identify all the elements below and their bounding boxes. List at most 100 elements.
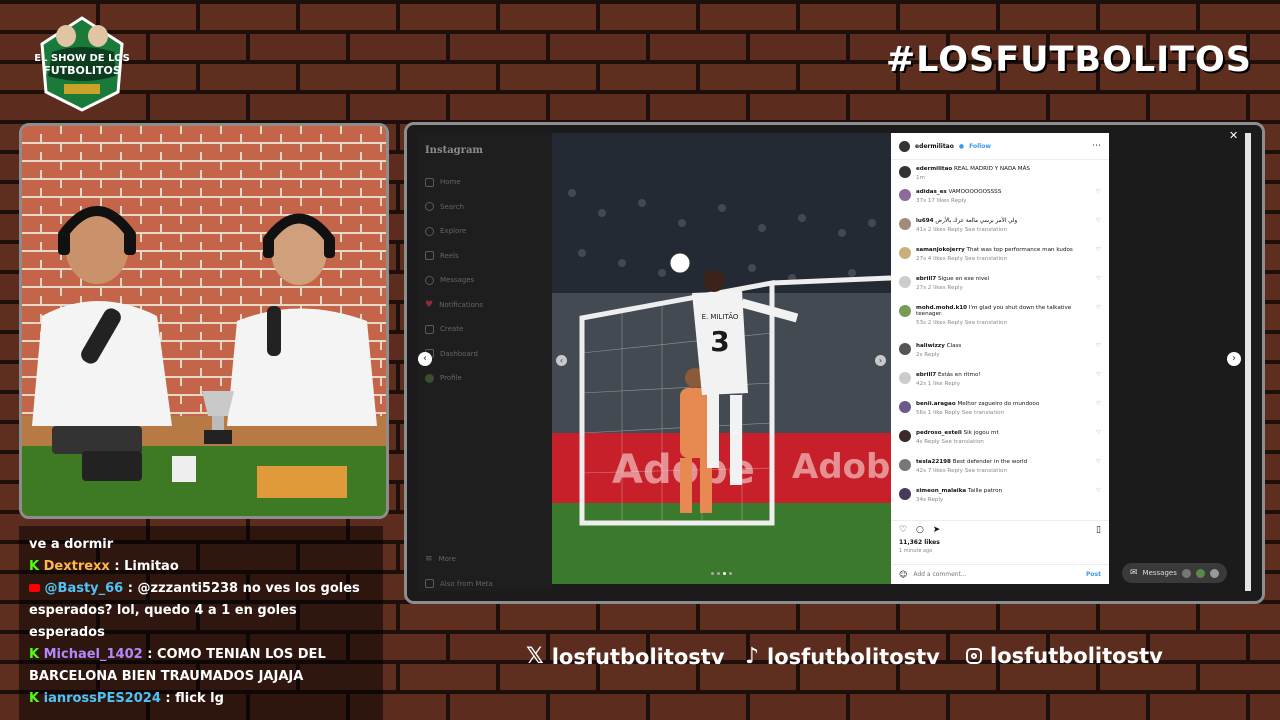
like-icon[interactable]: ♡ — [1096, 305, 1101, 343]
comment: mohd.mohd.k10 I'm glad you shut down the… — [899, 305, 1101, 343]
nav-more[interactable]: ≡ More — [417, 547, 552, 572]
instagram-screen-share: Instagram Home Search Explore Reels Mess… — [404, 122, 1265, 604]
show-logo: EL SHOW DE LOS FUTBOLITOS — [34, 16, 130, 112]
like-icon[interactable]: ♡ — [1096, 189, 1101, 218]
post-header: edermilitao ● Follow ⋯ — [891, 133, 1109, 160]
avatar[interactable] — [899, 247, 911, 259]
avatar[interactable] — [899, 166, 911, 178]
avatar[interactable] — [899, 140, 910, 152]
svg-text:FUTBOLITOS: FUTBOLITOS — [43, 64, 121, 77]
nav-create[interactable]: Create — [417, 317, 552, 342]
photo-next-button[interactable]: › — [875, 355, 886, 366]
avatar[interactable] — [899, 372, 911, 384]
avatar[interactable] — [899, 488, 911, 500]
modal-prev-button[interactable]: ‹ — [418, 352, 432, 366]
close-icon[interactable]: ✕ — [1229, 129, 1238, 142]
instagram-logo[interactable]: Instagram — [417, 133, 552, 156]
emoji-icon[interactable]: ☺ — [899, 570, 907, 579]
avatar[interactable] — [899, 343, 911, 355]
comment: ebrill7 Sigue en ese nivel 27s 2 likes Re… — [899, 276, 1101, 305]
tiktok-icon: ♪ — [745, 644, 760, 669]
likes-count[interactable]: 11,362 likes — [899, 539, 1101, 546]
youtube-icon — [29, 584, 40, 592]
live-chat: ve a dormir K Dextrexx : Limitao @Basty_… — [19, 526, 383, 720]
like-icon[interactable]: ♡ — [1096, 372, 1101, 401]
messages-pill[interactable]: ✉ Messages — [1122, 563, 1227, 583]
nav-reels[interactable]: Reels — [417, 244, 552, 269]
avatar[interactable] — [899, 218, 911, 230]
avatar[interactable] — [899, 305, 911, 317]
reels-icon — [425, 251, 434, 261]
like-icon[interactable]: ♡ — [1096, 401, 1101, 430]
like-icon[interactable]: ♡ — [1096, 343, 1101, 372]
modal-next-button[interactable]: › — [1227, 352, 1241, 366]
comment: benii.aragao Melhor zagueiro do mundooo 5… — [899, 401, 1101, 430]
nav-profile[interactable]: Profile — [417, 366, 552, 391]
comment: ebrill7 Estás en ritmo! 42s 1 like Reply ♡ — [899, 372, 1101, 401]
search-icon — [425, 202, 434, 212]
avatar — [1195, 568, 1205, 578]
comment-icon[interactable]: ○ — [916, 525, 924, 535]
nav-notifications[interactable]: ♥ Notifications — [417, 293, 552, 318]
chat-text: flick lg — [175, 691, 224, 706]
caption-username[interactable]: edermilitao — [916, 166, 952, 172]
share-icon[interactable]: ➤ — [933, 525, 941, 535]
meta-icon — [425, 579, 434, 589]
social-instagram: losfutbolitostv — [966, 644, 1163, 668]
chat-message: K Michael_1402 : COMO TENIAN LOS DEL BAR… — [29, 647, 326, 684]
comment: haliwizzy Class 2s Reply ♡ — [899, 343, 1101, 372]
plus-icon — [425, 324, 434, 334]
like-icon[interactable]: ♡ — [899, 525, 907, 535]
avatar[interactable] — [899, 276, 911, 288]
chat-username: ianrossPES2024 — [43, 691, 161, 706]
post-comment-button[interactable]: Post — [1086, 571, 1101, 578]
like-icon[interactable]: ♡ — [1096, 218, 1101, 247]
nav-explore[interactable]: Explore — [417, 219, 552, 244]
instagram-icon — [966, 648, 982, 664]
like-icon[interactable]: ♡ — [1096, 247, 1101, 276]
like-icon[interactable]: ♡ — [1096, 430, 1101, 459]
caption-text: REAL MADRID Y NADA MÁS — [954, 166, 1030, 172]
avatar[interactable] — [899, 430, 911, 442]
messenger-icon — [425, 275, 434, 285]
follow-button[interactable]: Follow — [969, 143, 991, 150]
nav-also-from-meta[interactable]: Also from Meta — [417, 572, 552, 597]
chat-message: ve a dormir — [29, 537, 114, 552]
nav-dashboard[interactable]: Dashboard — [417, 342, 552, 367]
avatar[interactable] — [899, 459, 911, 471]
like-icon[interactable]: ♡ — [1096, 459, 1101, 488]
comment-input[interactable] — [911, 570, 1087, 579]
like-icon[interactable]: ♡ — [1096, 488, 1101, 512]
home-icon — [425, 177, 434, 187]
nav-messages[interactable]: Messages — [417, 268, 552, 293]
nav-home[interactable]: Home — [417, 170, 552, 195]
chat-message: @Basty_66 : @zzzanti5238 no ves los gole… — [29, 581, 360, 640]
chat-message: K Dextrexx : Limitao — [29, 559, 179, 574]
avatar[interactable] — [899, 401, 911, 413]
post-username[interactable]: edermilitao — [915, 143, 954, 150]
heart-icon: ♥ — [425, 299, 434, 310]
brick-row — [0, 94, 1280, 120]
comment-bar: ☺ Post — [891, 564, 1109, 584]
more-options-icon[interactable]: ⋯ — [1092, 141, 1101, 151]
ad-board-text-2: Adobe — [792, 447, 891, 487]
post-comments-panel: edermilitao ● Follow ⋯ edermilitao REAL … — [891, 133, 1109, 584]
instagram-sidebar: Instagram Home Search Explore Reels Mess… — [417, 133, 552, 591]
svg-text:EL SHOW DE LOS: EL SHOW DE LOS — [34, 53, 130, 64]
hashtag-title: #LOSFUTBOLITOS — [885, 40, 1252, 80]
chat-text: Limitao — [124, 559, 179, 574]
social-tiktok: ♪ losfutbolitostv — [745, 644, 940, 669]
like-icon[interactable]: ♡ — [1096, 276, 1101, 305]
avatar[interactable] — [899, 189, 911, 201]
carousel-dots — [711, 572, 732, 575]
messenger-icon: ✉ — [1130, 568, 1138, 578]
vertical-scrollbar[interactable] — [1245, 133, 1251, 591]
post-photo[interactable]: Adobe Adobe 3 E. MILITÃO — [552, 133, 891, 584]
jersey-name: E. MILITÃO — [702, 312, 739, 321]
nav-search[interactable]: Search — [417, 195, 552, 220]
avatar — [1209, 568, 1219, 578]
kick-icon: K — [29, 647, 40, 662]
caption: edermilitao REAL MADRID Y NADA MÁS 1m — [899, 166, 1101, 181]
bookmark-icon[interactable]: ▯ — [1096, 525, 1101, 535]
photo-prev-button[interactable]: ‹ — [556, 355, 567, 366]
